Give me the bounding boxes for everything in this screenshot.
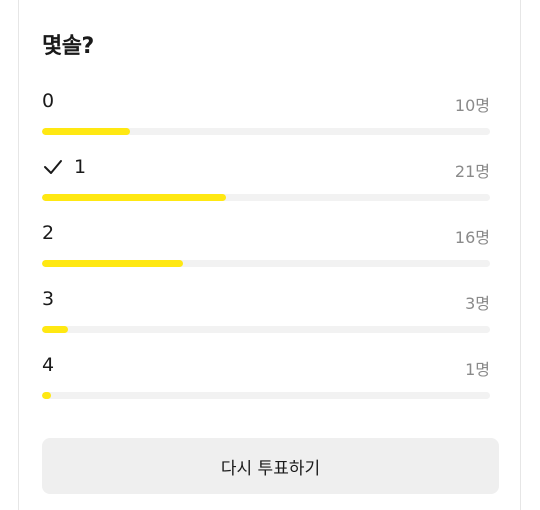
option-label: 0	[42, 90, 55, 112]
progress-fill	[42, 326, 69, 333]
progress-track	[42, 128, 490, 135]
option-label: 4	[42, 354, 55, 376]
poll-card: 몇솔? 0 10명 1 21명 2 16명 3 3명 4 1명 다시 투표하기	[18, 0, 521, 510]
vote-count: 1명	[465, 360, 490, 379]
progress-fill	[42, 194, 227, 201]
progress-track	[42, 326, 490, 333]
revote-button[interactable]: 다시 투표하기	[42, 438, 499, 494]
progress-fill	[42, 260, 183, 267]
poll-option-4[interactable]: 4 1명	[42, 354, 490, 412]
option-label: 2	[42, 222, 55, 244]
vote-count: 16명	[454, 228, 490, 247]
vote-count: 10명	[454, 96, 490, 115]
poll-title: 몇솔?	[42, 34, 94, 59]
vote-count: 21명	[454, 162, 490, 181]
option-label: 3	[42, 288, 55, 310]
progress-fill	[42, 392, 51, 399]
checkmark-icon	[42, 157, 64, 177]
poll-option-3[interactable]: 3 3명	[42, 288, 490, 346]
progress-track	[42, 260, 490, 267]
vote-count: 3명	[465, 294, 490, 313]
progress-fill	[42, 128, 130, 135]
poll-option-0[interactable]: 0 10명	[42, 90, 490, 148]
progress-track	[42, 194, 490, 201]
option-label: 1	[74, 156, 87, 178]
progress-track	[42, 392, 490, 399]
poll-option-2[interactable]: 2 16명	[42, 222, 490, 280]
poll-option-1[interactable]: 1 21명	[42, 156, 490, 214]
